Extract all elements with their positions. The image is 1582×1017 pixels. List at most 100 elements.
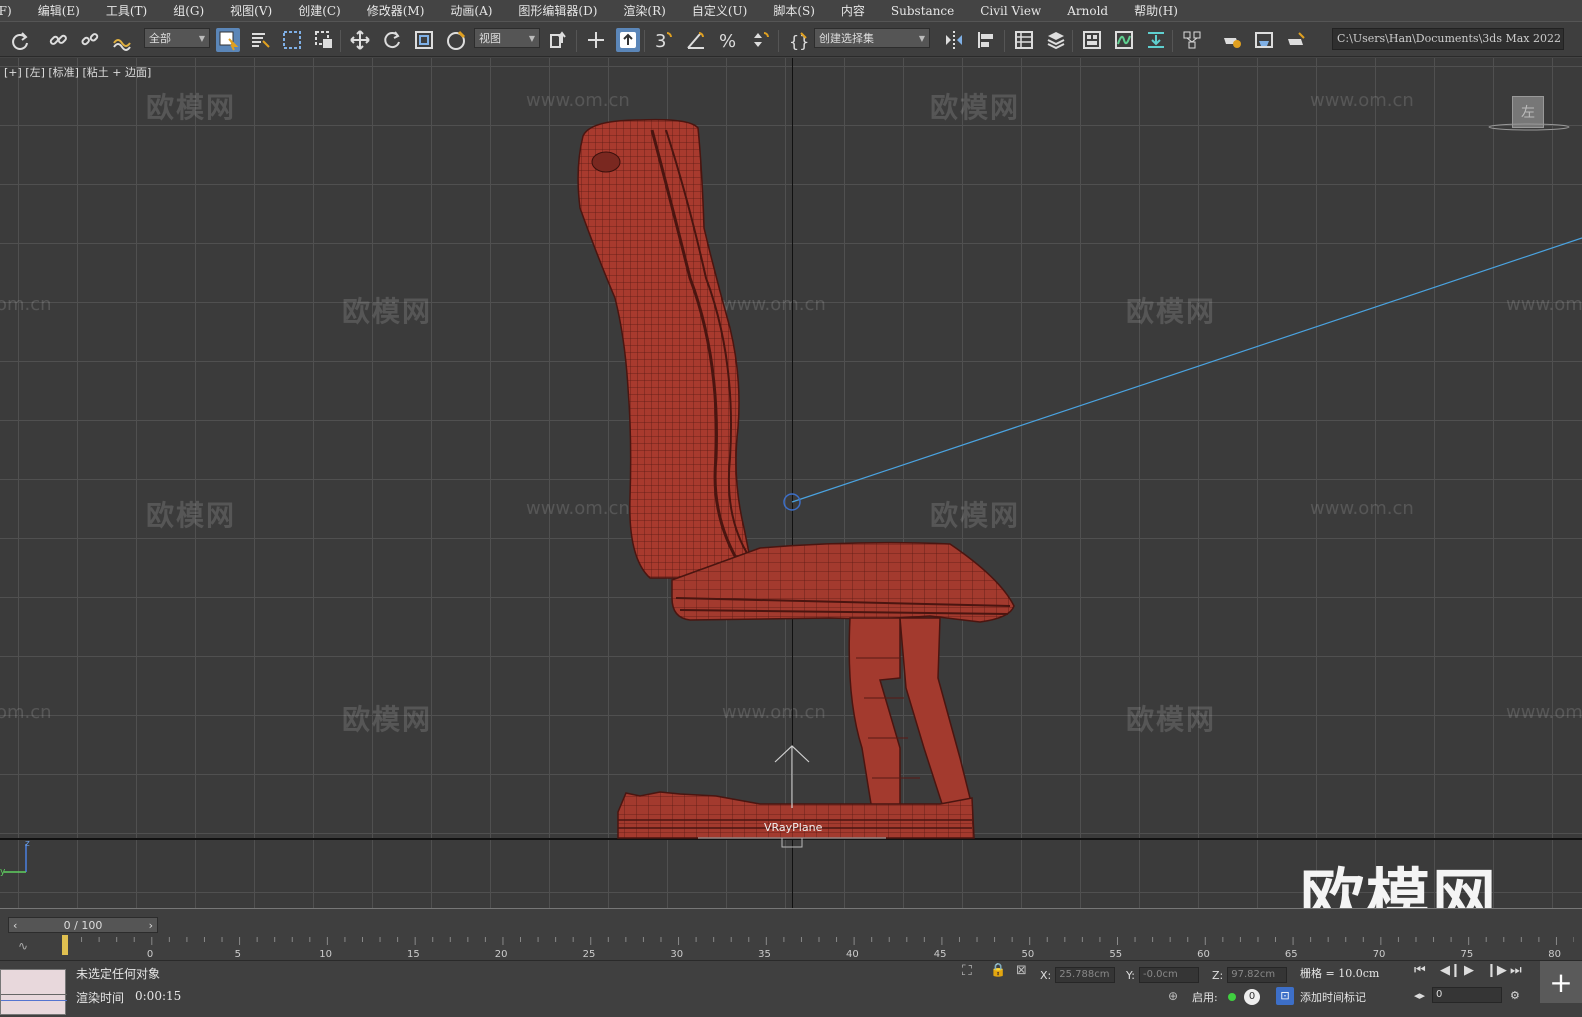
svg-text:%: % <box>719 31 736 51</box>
timeline-tick-label: 45 <box>934 949 947 960</box>
menu-item[interactable]: 修改器(M) <box>367 2 437 19</box>
select-manipulate-icon[interactable] <box>584 28 608 52</box>
material-editor-icon[interactable] <box>1180 28 1204 52</box>
previous-frame-icon[interactable]: ◀❙ <box>1440 963 1461 978</box>
link-icon[interactable] <box>46 28 70 52</box>
menu-item[interactable]: 自定义(U) <box>692 2 759 19</box>
placement-icon[interactable] <box>444 28 468 52</box>
menu-item[interactable]: 脚本(S) <box>773 2 827 19</box>
angle-snap-icon[interactable] <box>684 28 708 52</box>
menu-item[interactable]: Arnold <box>1067 4 1120 18</box>
toolbar-separator <box>576 30 577 52</box>
menu-item[interactable]: 内容 <box>841 2 877 19</box>
svg-text:{}: {} <box>789 32 809 51</box>
menu-item[interactable]: 编辑(E) <box>38 2 92 19</box>
redo-icon[interactable] <box>8 28 32 52</box>
menu-item[interactable]: 渲染(R) <box>623 2 677 19</box>
menu-item[interactable]: 视图(V) <box>230 2 284 19</box>
chair-rear-leg <box>899 617 973 811</box>
project-path-field[interactable]: C:\Users\Han\Documents\3ds Max 2022 <box>1332 28 1564 50</box>
create-panel-button[interactable]: + <box>1540 961 1582 1003</box>
time-slider[interactable]: ‹ 0 / 100 › <box>8 917 158 933</box>
next-frame-icon[interactable]: ❙▶ <box>1486 963 1507 978</box>
selection-filter-dropdown[interactable]: 全部 ▼ <box>144 28 210 48</box>
timeline[interactable]: ‹ 0 / 100 › ∿ 0 5 10 15 20 25 30 35 40 45 50 55 60 65… <box>0 908 1582 960</box>
timeline-ruler[interactable]: 0510152025303540455055606570758085 <box>64 937 1574 961</box>
current-frame-field[interactable]: 0 <box>1432 987 1502 1003</box>
coord-z-field[interactable]: 97.82cm <box>1227 967 1288 983</box>
toolbar-separator <box>1072 30 1073 52</box>
edit-named-selection-icon[interactable]: {} <box>786 28 810 52</box>
status-bar: 未选定任何对象 渲染时间 0:00:15 ⛶ 🔒 ⊠ X: 25.788cm Y:… <box>0 960 1582 1017</box>
curve-editor-icon[interactable] <box>1112 28 1136 52</box>
render-production-icon[interactable] <box>1284 28 1308 52</box>
time-next-icon[interactable]: › <box>149 919 153 932</box>
axis-tripod: z y <box>0 839 30 877</box>
timeline-tick-label: 15 <box>407 949 420 960</box>
timeline-tick-label: 70 <box>1373 949 1386 960</box>
time-tag-icon[interactable]: ⊡ <box>1276 987 1294 1005</box>
move-icon[interactable] <box>348 28 372 52</box>
lock-icon[interactable]: 🔒 <box>990 963 1006 978</box>
window-crossing-icon[interactable] <box>312 28 336 52</box>
select-object-icon[interactable] <box>216 28 240 52</box>
go-to-end-icon[interactable]: ⏭ <box>1510 963 1522 978</box>
maxscript-listener-thumb[interactable] <box>0 969 67 1015</box>
menu-item[interactable]: 创建(C) <box>298 2 353 19</box>
time-cursor[interactable] <box>62 935 68 955</box>
mirror-icon[interactable] <box>942 28 966 52</box>
named-selection-dropdown[interactable]: 创建选择集 ▼ <box>814 28 930 48</box>
pivot-center-icon[interactable] <box>546 28 570 52</box>
bind-spacewarp-icon[interactable] <box>110 28 134 52</box>
rendered-frame-window-icon[interactable] <box>1252 28 1276 52</box>
schematic-view-icon[interactable] <box>1144 28 1168 52</box>
time-prev-icon[interactable]: ‹ <box>13 919 17 932</box>
adaptive-degradation-icon[interactable]: ⊕ <box>1168 989 1178 1003</box>
align-icon[interactable] <box>974 28 998 52</box>
menu-item[interactable]: Civil View <box>980 4 1053 18</box>
rotate-icon[interactable] <box>380 28 404 52</box>
layer-explorer-icon[interactable] <box>1044 28 1068 52</box>
spinner-snap-icon[interactable] <box>748 28 772 52</box>
menu-item[interactable]: 组(G) <box>173 2 216 19</box>
menu-item[interactable]: Substance <box>891 4 966 18</box>
svg-text:z: z <box>25 839 30 849</box>
toolbar-separator <box>644 30 645 52</box>
coord-y: Y: -0.0cm <box>1126 967 1199 983</box>
go-to-start-icon[interactable]: ⏮ <box>1414 963 1426 978</box>
percent-snap-icon[interactable]: % <box>716 28 740 52</box>
isolate-selection-icon[interactable]: ⛶ <box>962 963 972 979</box>
chair-front-leg <box>848 617 901 811</box>
toolbar-separator <box>1004 30 1005 52</box>
render-setup-icon[interactable] <box>1220 28 1244 52</box>
time-config-icon[interactable]: ⚙ <box>1510 989 1520 1002</box>
curve-editor-mini-icon[interactable]: ∿ <box>18 939 28 953</box>
coord-x-field[interactable]: 25.788cm <box>1055 967 1116 983</box>
coord-y-field[interactable]: -0.0cm <box>1138 967 1199 983</box>
selection-status: 未选定任何对象 <box>76 967 161 981</box>
reference-coord-dropdown[interactable]: 视图 ▼ <box>474 28 540 48</box>
snap-3d-icon[interactable]: 3 <box>652 28 676 52</box>
add-time-tag[interactable]: 添加时间标记 <box>1300 989 1366 1005</box>
play-icon[interactable]: ▶ <box>1464 963 1474 978</box>
ribbon-toggle-icon[interactable] <box>1080 28 1104 52</box>
timeline-tick-label: 50 <box>1022 949 1035 960</box>
keyboard-shortcut-override-icon[interactable] <box>616 28 640 52</box>
svg-text:3: 3 <box>655 31 666 51</box>
scale-icon[interactable] <box>412 28 436 52</box>
unlink-icon[interactable] <box>78 28 102 52</box>
menu-item[interactable]: 动画(A) <box>450 2 504 19</box>
chair-model[interactable] <box>0 58 1582 908</box>
viewport-left[interactable]: [+] [左] [标准] [粘土 + 边面] 欧模网 www.om.cn 欧模网… <box>0 58 1582 908</box>
rectangular-region-icon[interactable] <box>280 28 304 52</box>
menu-item[interactable]: 工具(T) <box>106 2 159 19</box>
toolbar-separator <box>1172 30 1173 52</box>
scene-explorer-icon[interactable] <box>1012 28 1036 52</box>
render-time-value: 0:00:15 <box>135 989 182 1003</box>
menu-item[interactable]: 图形编辑器(D) <box>518 2 609 19</box>
select-by-name-icon[interactable] <box>248 28 272 52</box>
menu-item[interactable]: 帮助(H) <box>1134 2 1190 19</box>
absolute-mode-icon[interactable]: ⊠ <box>1016 963 1027 978</box>
key-mode-icon[interactable]: ◂▸ <box>1414 989 1425 1002</box>
menu-item[interactable]: (F) <box>0 4 24 18</box>
